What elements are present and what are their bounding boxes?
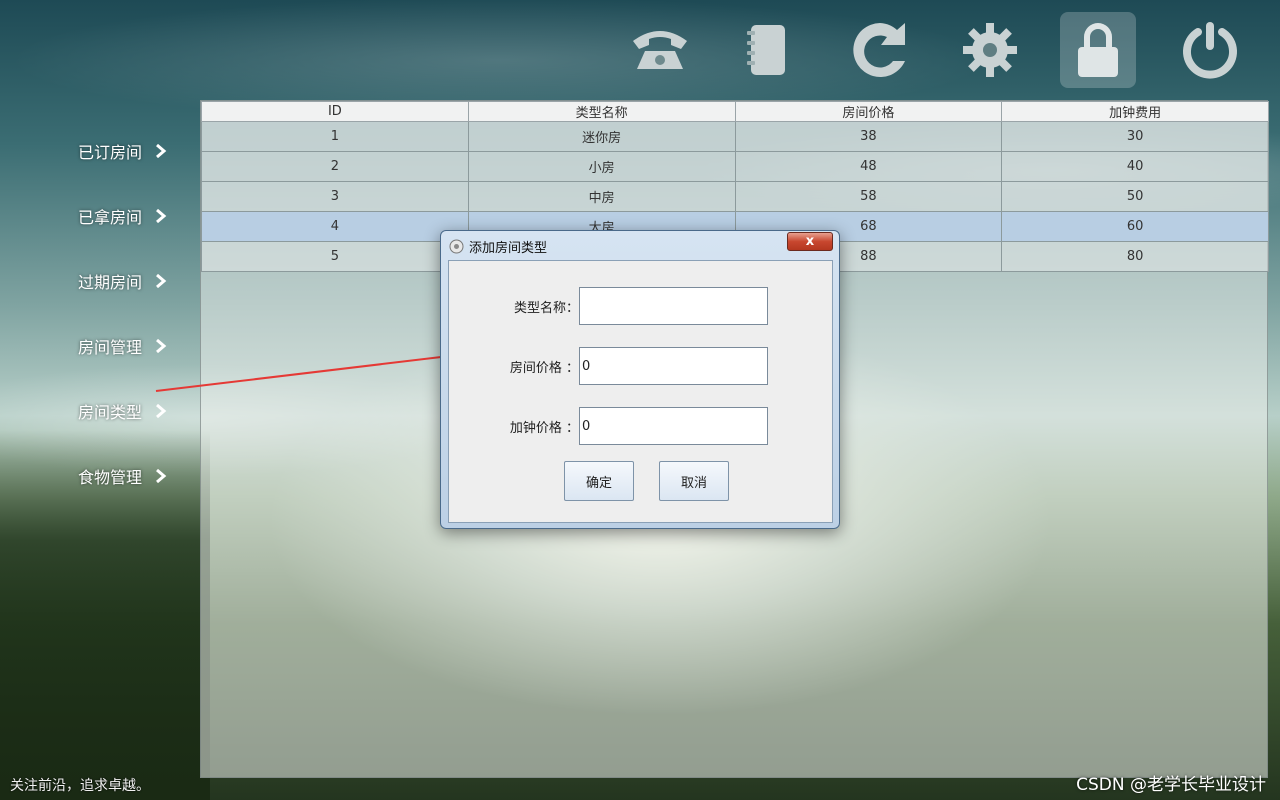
power-button[interactable]: [1172, 12, 1248, 88]
sidebar-item-room-management[interactable]: 房间管理: [78, 313, 188, 378]
close-button[interactable]: x: [787, 232, 833, 251]
sidebar-item-taken-rooms[interactable]: 已拿房间: [78, 183, 188, 248]
status-text: 关注前沿，追求卓越。: [10, 778, 150, 794]
chevron-right-icon: [156, 403, 167, 418]
sidebar-item-booked-rooms[interactable]: 已订房间: [78, 118, 188, 183]
ok-button[interactable]: 确定: [564, 461, 634, 501]
cell-extra-fee: 30: [1001, 121, 1269, 152]
sidebar-item-label: 已拿房间: [78, 207, 143, 227]
table-row[interactable]: 1 迷你房 38 30: [201, 121, 1269, 152]
cell-type-name: 迷你房: [467, 121, 736, 152]
sidebar-item-label: 已订房间: [78, 142, 143, 162]
sidebar-item-food-management[interactable]: 食物管理: [78, 443, 188, 508]
column-header-id[interactable]: ID: [201, 101, 469, 122]
cell-type-name: 小房: [467, 151, 736, 182]
cancel-button[interactable]: 取消: [659, 461, 729, 501]
cell-type-name: 中房: [467, 181, 736, 212]
type-name-input[interactable]: [579, 287, 768, 325]
room-price-input[interactable]: [579, 347, 768, 385]
cell-extra-fee: 50: [1001, 181, 1269, 212]
top-toolbar: [620, 8, 1260, 92]
cell-id: 1: [201, 121, 469, 152]
dialog-titlebar[interactable]: 添加房间类型: [449, 236, 547, 256]
chevron-right-icon: [156, 338, 167, 353]
chevron-right-icon: [156, 208, 167, 223]
cell-id: 5: [201, 241, 469, 272]
lock-icon: [1078, 23, 1118, 77]
dialog-body: 类型名称： 房间价格 ： 加钟价格 ： 确定 取消: [448, 260, 833, 523]
refresh-button[interactable]: [842, 12, 918, 88]
power-icon: [1183, 22, 1237, 79]
phone-button[interactable]: [622, 12, 698, 88]
lock-button[interactable]: [1060, 12, 1136, 88]
cell-room-price: 48: [734, 151, 1003, 182]
phone-icon: [633, 31, 687, 69]
sidebar-item-label: 过期房间: [78, 272, 143, 292]
column-header-type-name[interactable]: 类型名称: [467, 101, 736, 122]
sidebar-item-expired-rooms[interactable]: 过期房间: [78, 248, 188, 313]
java-app-icon: [449, 239, 464, 253]
sidebar-item-label: 食物管理: [78, 467, 143, 487]
close-icon: x: [805, 234, 815, 249]
watermark: CSDN @老学长毕业设计: [1076, 775, 1266, 795]
settings-button[interactable]: [952, 12, 1028, 88]
sidebar-menu: 已订房间 已拿房间 过期房间 房间管理 房间类型 食物管理: [78, 118, 188, 508]
table-row[interactable]: 2 小房 48 40: [201, 151, 1269, 182]
chevron-right-icon: [156, 273, 167, 288]
form-row-type-name: 类型名称：: [449, 287, 834, 325]
cell-extra-fee: 80: [1001, 241, 1269, 272]
table-row[interactable]: 3 中房 58 50: [201, 181, 1269, 212]
refresh-icon: [853, 23, 905, 77]
cell-id: 2: [201, 151, 469, 182]
cell-room-price: 38: [734, 121, 1003, 152]
column-header-extra-fee[interactable]: 加钟费用: [1001, 101, 1269, 122]
notebook-button[interactable]: [730, 12, 806, 88]
type-name-label: 类型名称：: [513, 301, 579, 316]
form-row-room-price: 房间价格 ：: [449, 347, 834, 385]
dialog-title: 添加房间类型: [469, 240, 548, 256]
add-room-type-dialog: 添加房间类型 x 类型名称： 房间价格 ： 加钟价格 ： 确定 取消: [440, 230, 840, 529]
chevron-right-icon: [156, 143, 167, 158]
column-header-room-price[interactable]: 房间价格: [734, 101, 1003, 122]
notebook-icon: [747, 25, 785, 75]
cell-room-price: 58: [734, 181, 1003, 212]
sidebar-item-label: 房间管理: [78, 337, 143, 357]
cell-extra-fee: 60: [1001, 211, 1269, 242]
extra-price-input[interactable]: [579, 407, 768, 445]
table-header-row: ID 类型名称 房间价格 加钟费用: [201, 101, 1269, 122]
cell-id: 4: [201, 211, 469, 242]
chevron-right-icon: [156, 468, 167, 483]
cell-extra-fee: 40: [1001, 151, 1269, 182]
extra-price-label: 加钟价格 ：: [509, 421, 579, 436]
sidebar-item-room-types[interactable]: 房间类型: [78, 378, 188, 443]
gear-icon: [963, 23, 1017, 77]
form-row-extra-price: 加钟价格 ：: [449, 407, 834, 445]
room-price-label: 房间价格 ：: [509, 361, 579, 376]
cell-id: 3: [201, 181, 469, 212]
sidebar-item-label: 房间类型: [78, 402, 143, 422]
